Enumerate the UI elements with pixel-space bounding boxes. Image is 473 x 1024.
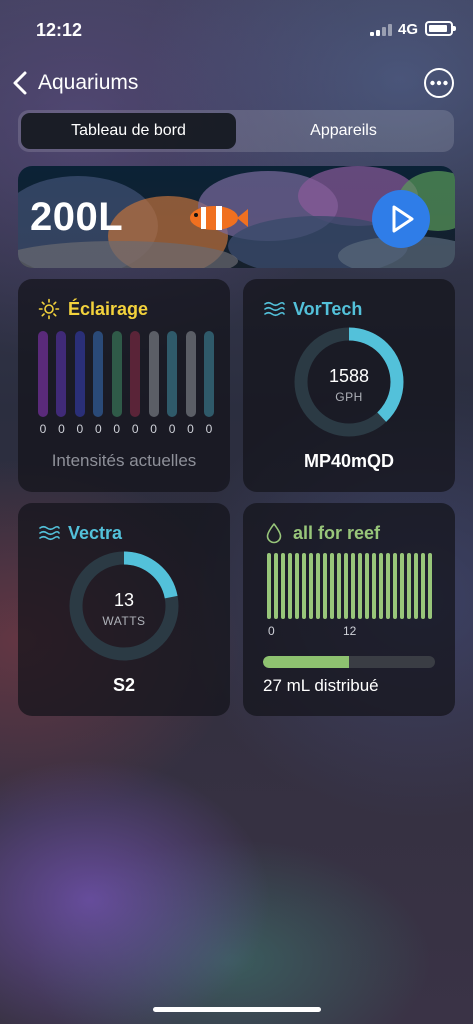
drop-icon [266, 523, 282, 544]
tab-dashboard[interactable]: Tableau de bord [21, 113, 236, 149]
dose-bar [267, 553, 271, 619]
vortech-model: MP40mQD [303, 451, 395, 471]
channel-value: 0 [76, 422, 84, 436]
dosing-progress-bar [263, 656, 435, 668]
channel-bar [74, 331, 85, 417]
vectra-title: Vectra [68, 523, 123, 543]
network-type: 4G [398, 21, 419, 38]
vectra-model: S2 [112, 675, 136, 695]
dose-bar [421, 553, 425, 619]
channel-value: 0 [131, 422, 139, 436]
axis-label-mid: 12 [343, 624, 357, 638]
dose-bar [393, 553, 397, 619]
tank-name: 200L [30, 195, 124, 239]
channel-bar [148, 331, 159, 417]
axis-label-start: 0 [268, 624, 275, 638]
channel-bar [185, 331, 196, 417]
dose-bar [274, 553, 278, 619]
dose-bar [351, 553, 355, 619]
dose-bar [337, 553, 341, 619]
dosing-progress-fill [263, 656, 349, 668]
status-bar: 12:12 4G [0, 0, 473, 56]
dose-bar [288, 553, 292, 619]
channel-value: 0 [94, 422, 102, 436]
channel-bar [203, 331, 214, 417]
channel-value: 0 [58, 422, 65, 436]
lighting-card[interactable]: Éclairage 0 0 0 0 0 0 0 0 0 0 Intensités… [18, 279, 230, 492]
dose-bar [414, 553, 418, 619]
vectra-card[interactable]: Vectra 13 WATTS S2 [18, 503, 230, 716]
dose-bar [407, 553, 411, 619]
vectra-value: 13 [113, 590, 135, 610]
tab-devices[interactable]: Appareils [236, 113, 451, 149]
vectra-unit: WATTS [102, 614, 146, 628]
dose-bar [323, 553, 327, 619]
doser-title: all for reef [293, 523, 381, 543]
back-label: Aquariums [38, 71, 139, 94]
dose-bar [316, 553, 320, 619]
doser-card[interactable]: all for reef 0 12 27 mL distribué [243, 503, 455, 716]
dose-bar [344, 553, 348, 619]
dose-bar [372, 553, 376, 619]
dosing-schedule-bars [267, 553, 432, 619]
cellular-signal-icon [370, 24, 392, 36]
vortech-value: 1588 [328, 366, 370, 386]
sun-icon [38, 298, 60, 320]
chevron-left-icon [13, 71, 27, 95]
dose-bar [281, 553, 285, 619]
channel-value: 0 [168, 422, 176, 436]
channel-value: 0 [113, 422, 121, 436]
vortech-title: VorTech [293, 299, 363, 319]
dose-bar [386, 553, 390, 619]
dosed-amount: 27 mL distribué [263, 676, 379, 695]
ellipsis-icon [430, 80, 448, 86]
channel-values: 0 0 0 0 0 0 0 0 0 0 [38, 422, 214, 436]
channel-bar [38, 331, 48, 417]
channel-value: 0 [39, 422, 47, 436]
channel-value: 0 [205, 422, 213, 436]
channel-bar [56, 331, 67, 417]
channel-bar [111, 331, 122, 417]
channel-bar [167, 331, 178, 417]
channel-bar [130, 331, 141, 417]
more-options-button[interactable] [424, 68, 454, 98]
lighting-caption: Intensités actuelles [51, 451, 197, 470]
dose-bar [358, 553, 362, 619]
dose-bar [309, 553, 313, 619]
home-indicator[interactable] [153, 1007, 321, 1012]
dose-bar [365, 553, 369, 619]
channel-bars [38, 331, 214, 417]
battery-icon [425, 21, 456, 36]
play-icon [392, 205, 414, 233]
status-time: 12:12 [36, 20, 83, 40]
dose-bar [400, 553, 404, 619]
vortech-card[interactable]: VorTech 1588 GPH MP40mQD [243, 279, 455, 492]
back-button[interactable]: Aquariums [10, 66, 138, 100]
dose-bar [302, 553, 306, 619]
channel-value: 0 [187, 422, 194, 436]
channel-bar [93, 331, 104, 417]
dose-bar [330, 553, 334, 619]
waves-icon [264, 301, 285, 317]
lighting-title: Éclairage [68, 299, 149, 319]
channel-value: 0 [150, 422, 157, 436]
segmented-control: Tableau de bord Appareils [18, 110, 454, 152]
vortech-unit: GPH [335, 390, 363, 404]
dose-bar [428, 553, 432, 619]
dose-bar [295, 553, 299, 619]
waves-icon [39, 525, 60, 541]
dose-bar [379, 553, 383, 619]
play-button[interactable] [372, 190, 430, 248]
